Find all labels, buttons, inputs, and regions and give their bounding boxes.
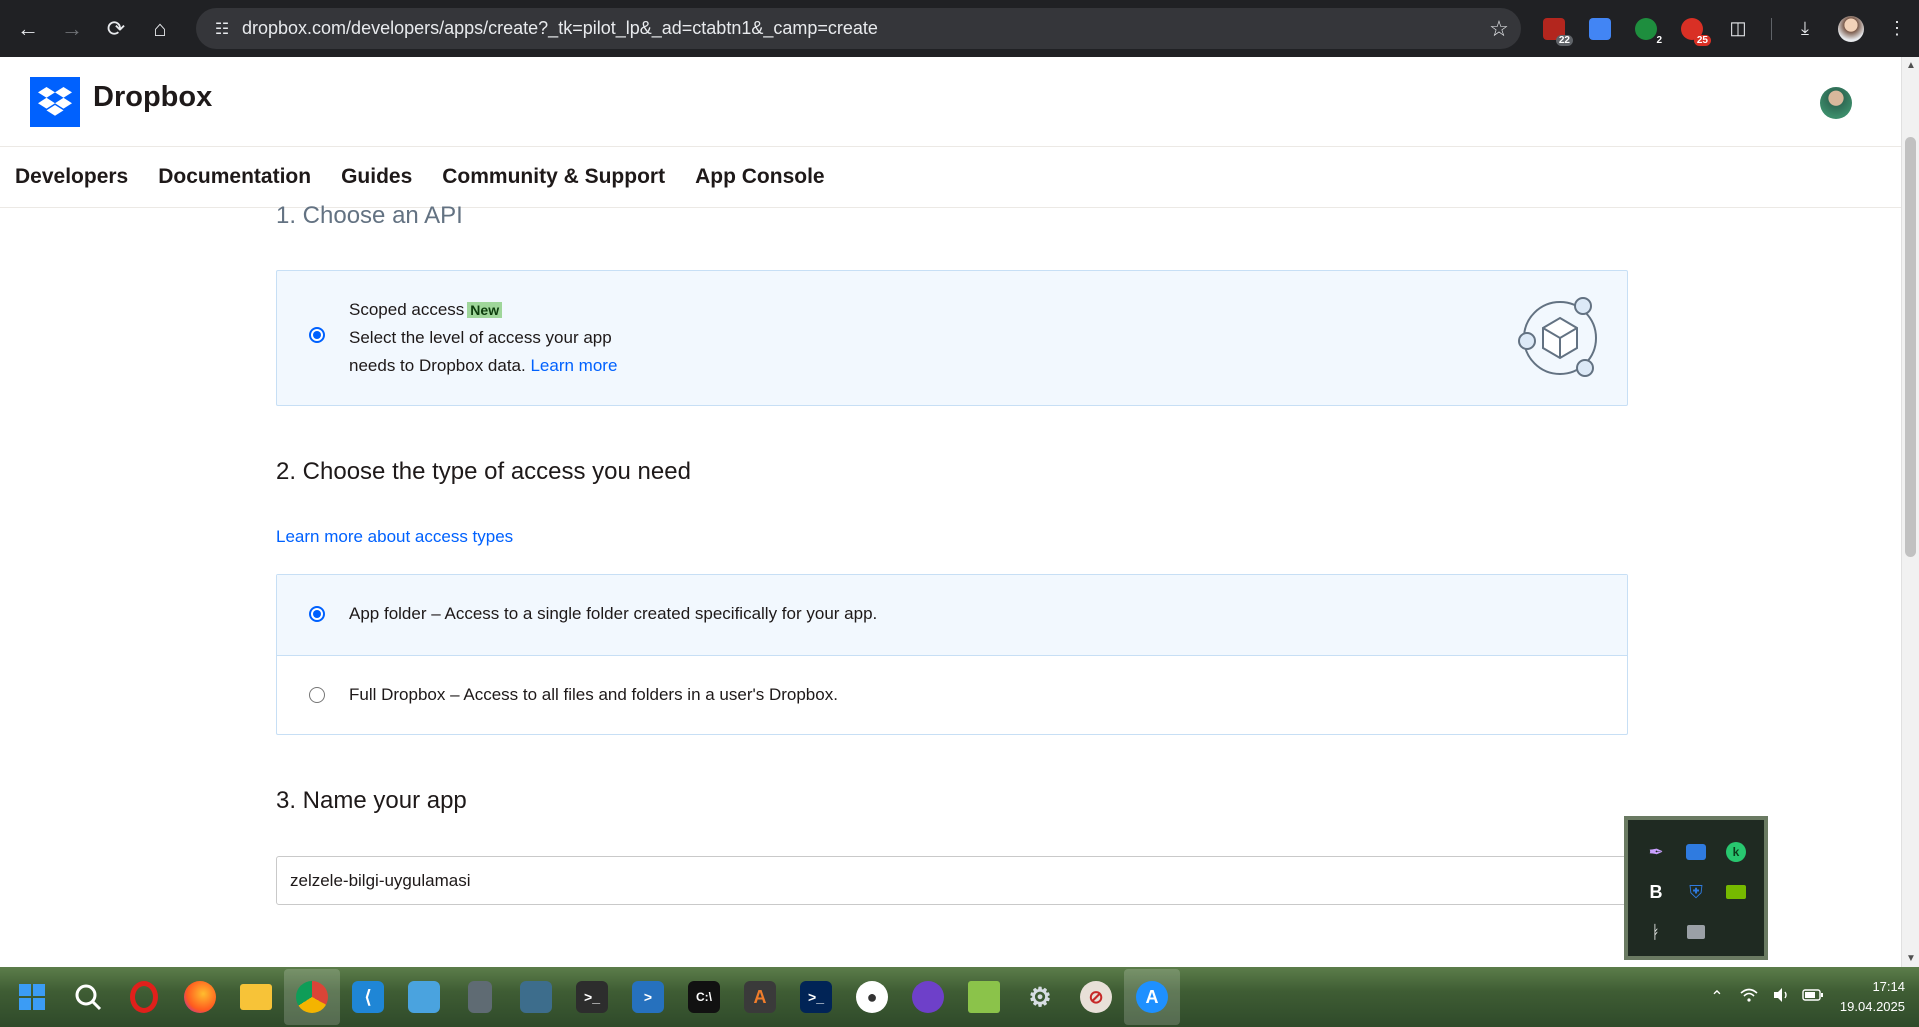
- chrome-menu-icon[interactable]: ⋮: [1878, 10, 1916, 48]
- clock[interactable]: 17:14 19.04.2025: [1829, 977, 1919, 1017]
- b-app-icon[interactable]: B: [1636, 872, 1676, 912]
- app-store-icon[interactable]: A: [1124, 969, 1180, 1025]
- google-translate-icon[interactable]: [1581, 10, 1619, 48]
- nav-documentation[interactable]: Documentation: [158, 165, 311, 189]
- nav-guides[interactable]: Guides: [341, 165, 412, 189]
- feather-app-icon[interactable]: ✒: [1636, 832, 1676, 872]
- scroll-down-icon[interactable]: ▼: [1905, 953, 1917, 964]
- scoped-access-radio[interactable]: [309, 327, 325, 343]
- extension-4-icon[interactable]: 25: [1673, 10, 1711, 48]
- url-text[interactable]: dropbox.com/developers/apps/create?_tk=p…: [242, 18, 1477, 39]
- app-folder-option[interactable]: App folder – Access to a single folder c…: [277, 575, 1627, 655]
- user-avatar[interactable]: [1820, 87, 1852, 119]
- app-folder-radio[interactable]: [309, 606, 325, 622]
- full-dropbox-text: Full Dropbox – Access to all files and f…: [349, 681, 838, 709]
- address-bar[interactable]: ☷ dropbox.com/developers/apps/create?_tk…: [196, 8, 1521, 49]
- tray-empty-slot: [1716, 912, 1756, 952]
- bluetooth-icon[interactable]: ᛓ: [1636, 912, 1676, 952]
- volume-icon[interactable]: [1765, 987, 1797, 1008]
- access-type-group: App folder – Access to a single folder c…: [276, 574, 1628, 735]
- extension-3-icon[interactable]: 2: [1627, 10, 1665, 48]
- developer-nav: Developers Documentation Guides Communit…: [0, 147, 1901, 208]
- github-desktop-icon[interactable]: [900, 969, 956, 1025]
- scoped-access-desc-line2: needs to Dropbox data.: [349, 356, 526, 375]
- usb-device-icon[interactable]: [1676, 912, 1716, 952]
- settings-gear-icon[interactable]: ⚙: [1012, 969, 1068, 1025]
- step3-heading: 3. Name your app: [276, 787, 467, 814]
- site-header: Dropbox: [0, 57, 1901, 147]
- scroll-thumb[interactable]: [1905, 137, 1916, 557]
- battery-icon[interactable]: [1797, 988, 1829, 1007]
- full-dropbox-radio[interactable]: [309, 687, 325, 703]
- page-scrollbar[interactable]: ▲ ▼: [1901, 57, 1919, 967]
- firefox-icon[interactable]: [172, 969, 228, 1025]
- postman-icon[interactable]: ●: [844, 969, 900, 1025]
- scroll-up-icon[interactable]: ▲: [1905, 60, 1917, 71]
- full-dropbox-label: Full Dropbox: [349, 685, 446, 704]
- command-prompt-icon[interactable]: C:\: [676, 969, 732, 1025]
- powershell-dark-icon[interactable]: >_: [788, 969, 844, 1025]
- reload-icon[interactable]: ⟳: [94, 7, 138, 51]
- calculator-icon[interactable]: [452, 969, 508, 1025]
- terminal-icon[interactable]: >_: [564, 969, 620, 1025]
- file-explorer-icon[interactable]: [228, 969, 284, 1025]
- notepad-plus-icon[interactable]: [956, 969, 1012, 1025]
- tray-overflow-chevron-icon[interactable]: ⌃: [1701, 987, 1733, 1007]
- step1-heading: 1. Choose an API: [276, 202, 463, 229]
- new-badge: New: [467, 302, 503, 318]
- search-icon[interactable]: [60, 969, 116, 1025]
- clock-date: 19.04.2025: [1839, 999, 1905, 1014]
- tray-overflow-popup: ✒ k B ⛨ ᛓ: [1624, 816, 1768, 960]
- nvidia-icon[interactable]: [1716, 872, 1756, 912]
- powershell-icon[interactable]: >: [620, 969, 676, 1025]
- k-app-icon[interactable]: k: [1716, 832, 1756, 872]
- nav-community-support[interactable]: Community & Support: [442, 165, 665, 189]
- step2-heading: 2. Choose the type of access you need: [276, 458, 691, 485]
- forward-icon[interactable]: →: [50, 7, 94, 51]
- scoped-access-option[interactable]: Scoped access New Select the level of acc…: [276, 270, 1628, 406]
- full-dropbox-option[interactable]: Full Dropbox – Access to all files and f…: [277, 656, 1627, 736]
- access-types-link[interactable]: Learn more about access types: [276, 527, 513, 547]
- home-icon[interactable]: ⌂: [138, 7, 182, 51]
- clock-time: 17:14: [1872, 979, 1905, 994]
- learn-more-link[interactable]: Learn more: [530, 356, 617, 375]
- taskbar: ⟨ >_ > C:\ A >_ ● ⚙ ⊘ A ⌃ 17:14 19.04.20…: [0, 967, 1919, 1027]
- full-dropbox-desc: – Access to all files and folders in a u…: [450, 685, 838, 704]
- site-info-icon[interactable]: ☷: [202, 19, 242, 39]
- cloud-drive-icon[interactable]: [1676, 832, 1716, 872]
- extension-1-icon[interactable]: 22: [1535, 10, 1573, 48]
- browser-toolbar: ← → ⟳ ⌂ ☷ dropbox.com/developers/apps/cr…: [0, 0, 1919, 57]
- toolbar-separator: [1771, 17, 1772, 40]
- photos-icon[interactable]: [396, 969, 452, 1025]
- scoped-access-illustration-icon: [1515, 296, 1605, 385]
- chrome-profile-avatar[interactable]: [1832, 10, 1870, 48]
- app-folder-label: App folder: [349, 604, 427, 623]
- start-windows-icon[interactable]: [4, 969, 60, 1025]
- scoped-access-desc-line1: Select the level of access your app: [349, 328, 612, 347]
- scoped-access-text: Scoped access New Select the level of acc…: [349, 296, 617, 380]
- app-folder-text: App folder – Access to a single folder c…: [349, 600, 877, 628]
- extensions-bar: 22 2 25 ◫ ⤓ ⋮: [1535, 8, 1916, 49]
- vscode-icon[interactable]: ⟨: [340, 969, 396, 1025]
- scoped-access-title: Scoped access: [349, 300, 465, 319]
- nav-app-console[interactable]: App Console: [695, 165, 825, 189]
- chrome-icon[interactable]: [284, 969, 340, 1025]
- app-name-input[interactable]: [276, 856, 1628, 905]
- opera-icon[interactable]: [116, 969, 172, 1025]
- download-icon[interactable]: ⤓: [1786, 10, 1824, 48]
- dropbox-logo-icon[interactable]: [30, 77, 80, 127]
- android-studio-icon[interactable]: A: [732, 969, 788, 1025]
- brand-name[interactable]: Dropbox: [93, 81, 212, 114]
- nav-developers[interactable]: Developers: [15, 165, 128, 189]
- bookmark-star-icon[interactable]: ☆: [1477, 16, 1521, 42]
- security-shield-icon[interactable]: ⛨: [1676, 872, 1716, 912]
- extensions-puzzle-icon[interactable]: ◫: [1719, 10, 1757, 48]
- no-entry-app-icon[interactable]: ⊘: [1068, 969, 1124, 1025]
- system-tray: ⌃ 17:14 19.04.2025: [1701, 967, 1919, 1027]
- wifi-icon[interactable]: [1733, 987, 1765, 1008]
- app-folder-desc: – Access to a single folder created spec…: [431, 604, 878, 623]
- remote-desktop-icon[interactable]: [508, 969, 564, 1025]
- back-icon[interactable]: ←: [6, 7, 50, 51]
